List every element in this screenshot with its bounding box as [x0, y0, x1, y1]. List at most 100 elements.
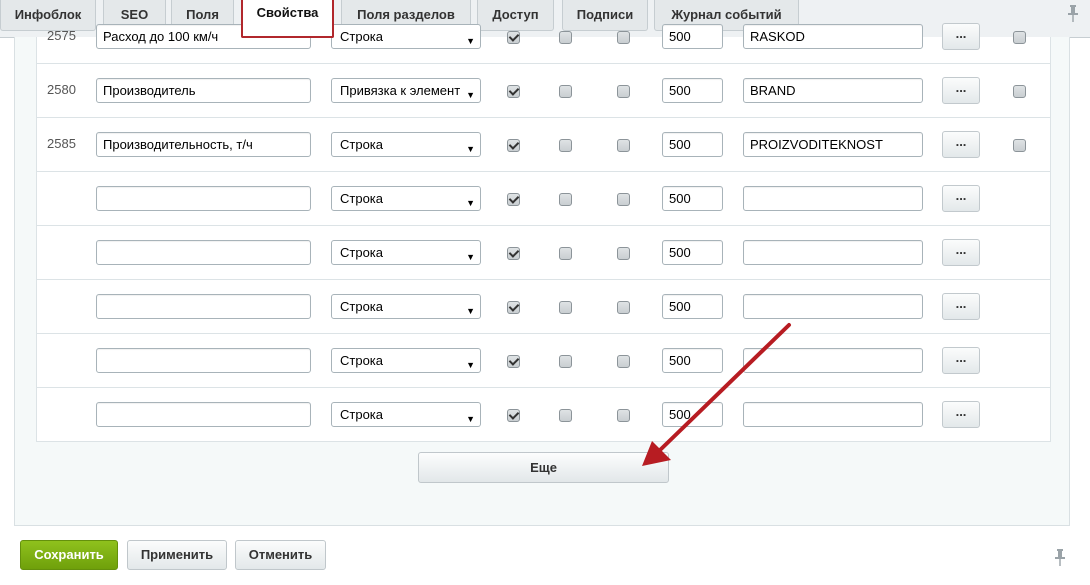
pin-icon[interactable] — [1055, 549, 1065, 567]
required-checkbox[interactable] — [617, 301, 630, 314]
required-checkbox[interactable] — [617, 193, 630, 206]
property-name-input[interactable] — [96, 348, 311, 373]
property-type-select[interactable]: Строка ▼ — [331, 240, 481, 265]
required-checkbox[interactable] — [617, 85, 630, 98]
property-id: 2580 — [47, 82, 76, 97]
table-row: Строка ▼ 500... — [37, 172, 1050, 226]
multiple-checkbox[interactable] — [559, 31, 572, 44]
active-checkbox[interactable] — [507, 301, 520, 314]
table-row: Строка ▼ 500... — [37, 388, 1050, 442]
chevron-down-icon: ▼ — [466, 90, 475, 100]
required-checkbox[interactable] — [617, 409, 630, 422]
property-id: 2575 — [47, 28, 76, 43]
property-type-select[interactable]: Строка ▼ — [331, 294, 481, 319]
property-name-input[interactable] — [96, 186, 311, 211]
required-checkbox[interactable] — [617, 139, 630, 152]
active-checkbox[interactable] — [507, 409, 520, 422]
multiple-checkbox[interactable] — [559, 139, 572, 152]
chevron-down-icon: ▼ — [466, 198, 475, 208]
more-button[interactable]: Еще — [418, 452, 669, 483]
property-name-input[interactable]: Производительность, т/ч — [96, 132, 311, 157]
chevron-down-icon: ▼ — [466, 306, 475, 316]
sort-input[interactable]: 500 — [662, 294, 723, 319]
property-type-select[interactable]: Привязка к элемент ▼ — [331, 78, 481, 103]
active-checkbox[interactable] — [507, 139, 520, 152]
active-checkbox[interactable] — [507, 31, 520, 44]
multiple-checkbox[interactable] — [559, 247, 572, 260]
code-input[interactable]: RASKOD — [743, 24, 923, 49]
sort-input[interactable]: 500 — [662, 402, 723, 427]
property-type-select[interactable]: Строка ▼ — [331, 132, 481, 157]
active-checkbox[interactable] — [507, 193, 520, 206]
property-type-select[interactable]: Строка ▼ — [331, 348, 481, 373]
property-type-value: Строка — [340, 191, 384, 206]
chevron-down-icon: ▼ — [466, 252, 475, 262]
sort-input[interactable]: 500 — [662, 240, 723, 265]
delete-checkbox[interactable] — [1013, 139, 1026, 152]
properties-table: 2575 Расход до 100 км/ч Строка ▼ 500 RASKOD..… — [36, 23, 1051, 442]
delete-checkbox[interactable] — [1013, 85, 1026, 98]
required-checkbox[interactable] — [617, 247, 630, 260]
multiple-checkbox[interactable] — [559, 409, 572, 422]
cancel-button[interactable]: Отменить — [235, 540, 326, 570]
code-input[interactable] — [743, 186, 923, 211]
table-row: Строка ▼ 500... — [37, 334, 1050, 388]
code-input[interactable] — [743, 348, 923, 373]
chevron-down-icon: ▼ — [466, 414, 475, 424]
property-name-input[interactable] — [96, 402, 311, 427]
table-row: Строка ▼ 500... — [37, 280, 1050, 334]
table-row: Строка ▼ 500... — [37, 226, 1050, 280]
property-type-value: Строка — [340, 353, 384, 368]
apply-button[interactable]: Применить — [127, 540, 227, 570]
multiple-checkbox[interactable] — [559, 355, 572, 368]
property-type-value: Строка — [340, 299, 384, 314]
table-row: 2585 Производительность, т/ч Строка ▼ 500 PRO… — [37, 118, 1050, 172]
code-input[interactable] — [743, 240, 923, 265]
multiple-checkbox[interactable] — [559, 85, 572, 98]
property-type-select[interactable]: Строка ▼ — [331, 24, 481, 49]
required-checkbox[interactable] — [617, 355, 630, 368]
properties-panel: 2575 Расход до 100 км/ч Строка ▼ 500 RASKOD..… — [14, 23, 1070, 526]
property-name-input[interactable] — [96, 294, 311, 319]
more-settings-button[interactable]: ... — [942, 23, 980, 50]
sort-input[interactable]: 500 — [662, 348, 723, 373]
property-name-input[interactable] — [96, 240, 311, 265]
sort-input[interactable]: 500 — [662, 132, 723, 157]
active-checkbox[interactable] — [507, 247, 520, 260]
chevron-down-icon: ▼ — [466, 360, 475, 370]
multiple-checkbox[interactable] — [559, 193, 572, 206]
code-input[interactable] — [743, 294, 923, 319]
sort-input[interactable]: 500 — [662, 78, 723, 103]
sort-input[interactable]: 500 — [662, 24, 723, 49]
tab-properties[interactable]: Свойства — [241, 0, 334, 38]
save-button[interactable]: Сохранить — [20, 540, 118, 570]
code-input[interactable] — [743, 402, 923, 427]
property-type-value: Привязка к элемент — [340, 83, 461, 98]
delete-checkbox[interactable] — [1013, 31, 1026, 44]
more-settings-button[interactable]: ... — [942, 77, 980, 104]
pin-icon[interactable] — [1068, 5, 1078, 23]
property-name-input[interactable]: Производитель — [96, 78, 311, 103]
property-type-value: Строка — [340, 407, 384, 422]
more-settings-button[interactable]: ... — [942, 293, 980, 320]
more-settings-button[interactable]: ... — [942, 401, 980, 428]
code-input[interactable]: BRAND — [743, 78, 923, 103]
more-settings-button[interactable]: ... — [942, 347, 980, 374]
multiple-checkbox[interactable] — [559, 301, 572, 314]
table-row: 2580 Производитель Привязка к элемент ▼ 500 B… — [37, 64, 1050, 118]
more-settings-button[interactable]: ... — [942, 131, 980, 158]
property-type-select[interactable]: Строка ▼ — [331, 186, 481, 211]
sort-input[interactable]: 500 — [662, 186, 723, 211]
required-checkbox[interactable] — [617, 31, 630, 44]
property-id: 2585 — [47, 136, 76, 151]
property-type-value: Строка — [340, 137, 384, 152]
active-checkbox[interactable] — [507, 355, 520, 368]
more-settings-button[interactable]: ... — [942, 185, 980, 212]
code-input[interactable]: PROIZVODITEKNOST — [743, 132, 923, 157]
more-settings-button[interactable]: ... — [942, 239, 980, 266]
property-type-value: Строка — [340, 245, 384, 260]
property-type-select[interactable]: Строка ▼ — [331, 402, 481, 427]
chevron-down-icon: ▼ — [466, 36, 475, 46]
active-checkbox[interactable] — [507, 85, 520, 98]
table-row: 2575 Расход до 100 км/ч Строка ▼ 500 RASKOD..… — [37, 10, 1050, 64]
